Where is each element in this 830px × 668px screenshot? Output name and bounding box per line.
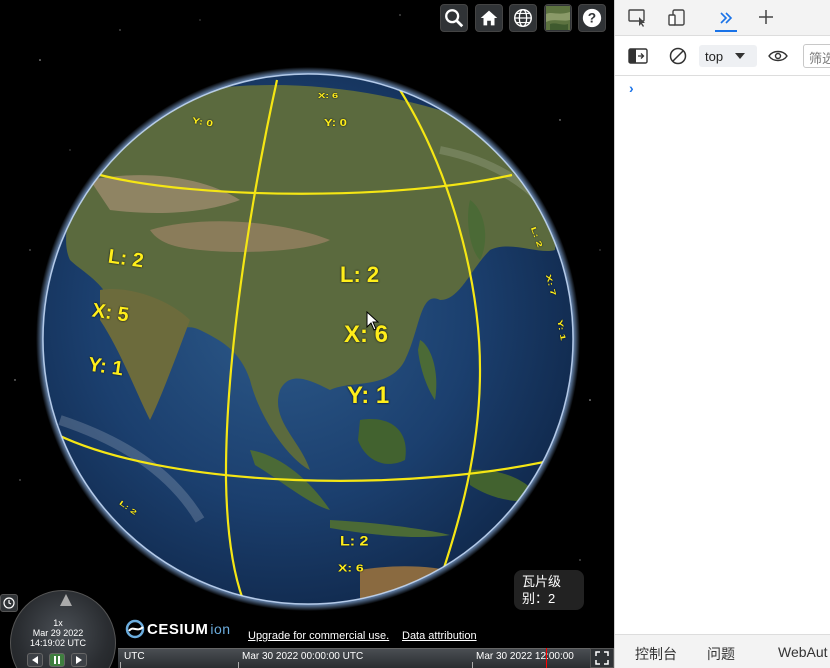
help-icon: ? — [582, 8, 602, 28]
filter-input[interactable]: 筛选 — [803, 44, 830, 68]
data-attribution-link[interactable]: Data attribution — [402, 630, 477, 642]
globe-view[interactable] — [0, 0, 614, 668]
shuttle-ring-pointer-icon[interactable] — [58, 594, 74, 608]
plus-icon — [759, 10, 773, 24]
timeline-utc-label: UTC — [124, 651, 145, 662]
tab-console[interactable]: 控制台 — [635, 644, 677, 664]
tile-label-top-x: X: 6 — [318, 91, 339, 101]
pause-button[interactable] — [49, 653, 65, 667]
dropdown-arrow-icon — [735, 53, 746, 59]
home-icon — [480, 10, 498, 26]
tab-issues[interactable]: 问题 — [707, 644, 735, 664]
imagery-layer-icon — [546, 6, 570, 30]
cesium-logo-icon — [125, 619, 145, 639]
clear-icon — [669, 47, 687, 65]
play-forward-icon — [76, 656, 82, 664]
clock-button[interactable] — [0, 594, 18, 612]
tile-level-popup: 瓦片级 别：2 — [514, 570, 584, 610]
fullscreen-icon — [595, 651, 609, 665]
scene-mode-button[interactable] — [509, 4, 537, 32]
tile-label-left-y: Y: 1 — [86, 353, 125, 381]
device-icon — [668, 9, 685, 26]
clock-icon — [3, 597, 15, 609]
cesium-logo-suffix: ion — [210, 621, 231, 637]
sidebar-icon — [628, 48, 648, 64]
tile-label-top-y: Y: 0 — [324, 116, 347, 129]
animation-speed: 1x — [53, 618, 63, 628]
devtools-panel: top 筛选 › 控制台 问题 WebAut — [614, 0, 830, 668]
sidebar-toggle-button[interactable] — [627, 46, 649, 66]
globe-icon — [514, 9, 532, 27]
tile-level-line2: 别：2 — [522, 591, 556, 606]
search-icon — [445, 9, 464, 28]
eye-icon — [768, 50, 788, 62]
timeline-tick-label: Mar 30 2022 00:00:00 UTC — [242, 651, 364, 662]
tile-label-bottom-l: L: 2 — [340, 534, 369, 549]
console-prompt[interactable]: › — [629, 80, 634, 96]
play-reverse-button[interactable] — [27, 653, 43, 667]
device-toolbar-button[interactable] — [667, 8, 689, 28]
clear-console-button[interactable] — [667, 46, 689, 66]
cesium-viewer[interactable]: L: 2 X: 6 Y: 1 L: 2 X: 5 Y: 1 X: 6 Y: 0 … — [0, 0, 614, 668]
tile-label-left-l: L: 2 — [106, 245, 145, 273]
devtools-toolbar — [615, 0, 830, 36]
context-value: top — [705, 48, 724, 64]
tile-label-center-l: L: 2 — [340, 262, 380, 287]
cesium-ion-logo[interactable]: CESIUM ion — [125, 619, 231, 639]
fullscreen-button[interactable] — [590, 648, 614, 668]
timeline-tick-label: Mar 30 2022 12:00:00 — [476, 651, 574, 662]
pause-icon — [54, 656, 60, 664]
drawer-tabs: 控制台 问题 WebAut — [615, 634, 830, 668]
land-australia — [360, 566, 520, 604]
timeline[interactable]: UTC Mar 30 2022 00:00:00 UTC Mar 30 2022… — [118, 648, 590, 668]
tile-level-line1: 瓦片级 — [522, 574, 562, 589]
inspect-icon — [628, 9, 645, 27]
tile-label-left-x: X: 5 — [90, 299, 131, 327]
more-tabs-button[interactable] — [715, 6, 737, 32]
animation-readout: 1x Mar 29 2022 14:19:02 UTC — [26, 618, 90, 648]
timeline-needle[interactable] — [546, 648, 547, 668]
live-expression-button[interactable] — [767, 46, 789, 66]
timeline-tick — [120, 662, 121, 668]
svg-text:?: ? — [588, 11, 596, 26]
home-button[interactable] — [475, 4, 503, 32]
search-button[interactable] — [440, 4, 468, 32]
double-chevron-icon — [720, 12, 733, 24]
play-forward-button[interactable] — [71, 653, 87, 667]
timeline-tick — [472, 662, 473, 668]
animation-time: 14:19:02 UTC — [29, 638, 87, 648]
add-tab-button[interactable] — [755, 6, 777, 28]
cesium-logo-text: CESIUM — [147, 620, 209, 638]
inspect-element-button[interactable] — [627, 8, 649, 28]
upgrade-link[interactable]: Upgrade for commercial use. — [248, 630, 389, 642]
mouse-cursor-icon — [366, 311, 380, 331]
tile-label-bottom-x: X: 6 — [338, 562, 364, 574]
console-toolbar: top 筛选 — [615, 36, 830, 76]
tab-webauthn[interactable]: WebAut — [778, 644, 828, 660]
play-reverse-icon — [32, 656, 38, 664]
animation-date: Mar 29 2022 — [32, 628, 84, 638]
context-selector[interactable]: top — [699, 45, 757, 67]
help-button[interactable]: ? — [578, 4, 606, 32]
tile-label-center-y: Y: 1 — [347, 382, 390, 409]
timeline-tick — [238, 662, 239, 668]
base-layer-picker-button[interactable] — [544, 4, 572, 32]
